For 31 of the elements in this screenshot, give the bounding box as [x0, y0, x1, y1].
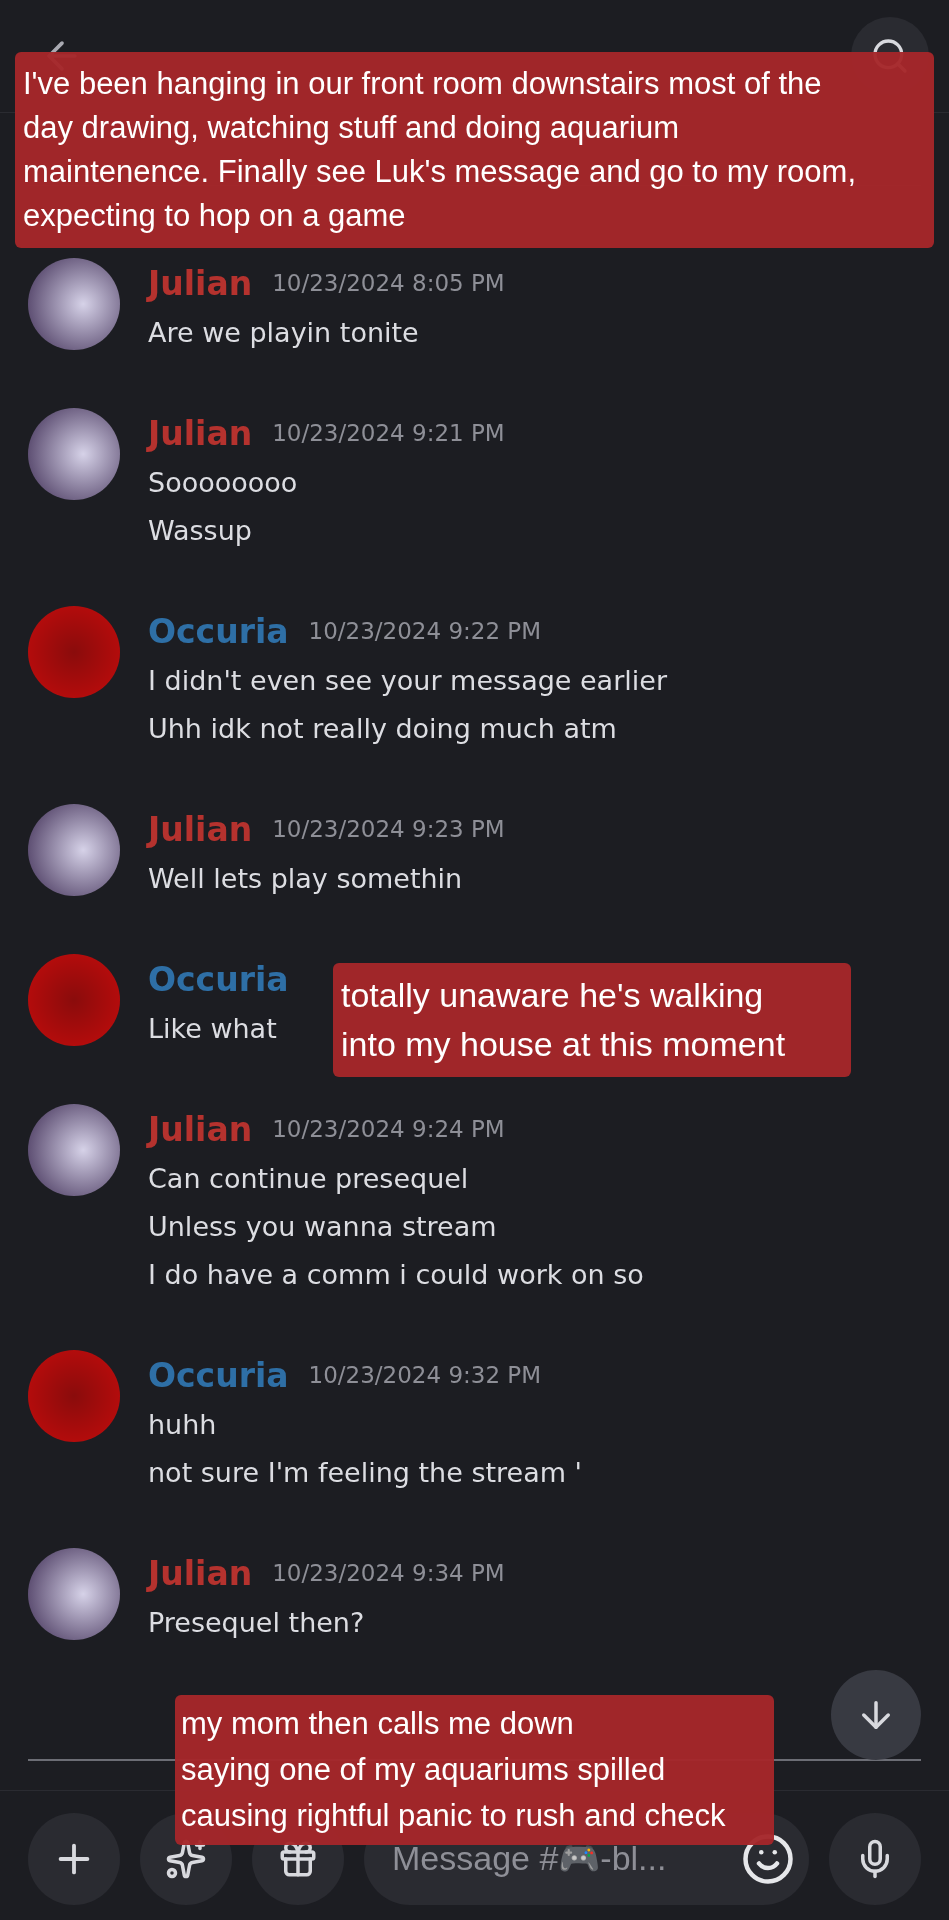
message-text: I do have a comm i could work on so — [148, 1257, 644, 1292]
message-text: huhh — [148, 1407, 218, 1442]
timestamp: 10/23/2024 9:24 PM — [272, 1116, 505, 1142]
author-name[interactable]: Occuria — [148, 1355, 289, 1395]
message-text: Uhh idk not really doing much atm — [148, 711, 618, 746]
author-name[interactable]: Julian — [148, 1109, 253, 1149]
timestamp: 10/23/2024 8:05 PM — [272, 270, 505, 296]
message-text: Well lets play somethin — [148, 861, 464, 896]
message-text: not sure I'm feeling the stream ' — [148, 1455, 583, 1490]
timestamp: 10/23/2024 9:23 PM — [272, 816, 505, 842]
caption-tooltip: totally unaware he's walking into my house at this moment — [333, 963, 851, 1077]
timestamp: 10/23/2024 9:32 PM — [308, 1362, 542, 1388]
message-text: Like what — [148, 1011, 278, 1046]
message-text: Are we playin tonite — [148, 315, 420, 350]
message-text: Can continue presequel — [148, 1161, 470, 1196]
caption-tooltip: I've been hanging in our front room downstairs most of the day drawing, watching stuff and doing aquarium maintenence. Finally see Luk's message and go to my room, expecting to hop on a game — [15, 52, 934, 248]
author-name[interactable]: Occuria — [148, 611, 289, 651]
author-name[interactable]: Julian — [148, 1553, 253, 1593]
timestamp: 10/23/2024 9:21 PM — [272, 420, 505, 446]
timestamp: 10/23/2024 9:22 PM — [308, 618, 542, 644]
author-name[interactable]: Julian — [148, 413, 253, 453]
message-text: Presequel then? — [148, 1605, 366, 1640]
caption-tooltip: my mom then calls me down saying one of my aquariums spilled causing rightful panic to rush and check — [175, 1695, 774, 1845]
author-name[interactable]: Occuria — [148, 959, 289, 999]
author-name[interactable]: Julian — [148, 809, 253, 849]
timestamp: 10/23/2024 9:34 PM — [272, 1560, 505, 1586]
message-text: Wassup — [148, 513, 253, 548]
author-name[interactable]: Julian — [148, 263, 253, 303]
message-text: Soooooooo — [148, 465, 299, 500]
message-text: Unless you wanna stream — [148, 1209, 498, 1244]
message-text: I didn't even see your message earlier — [148, 663, 667, 698]
